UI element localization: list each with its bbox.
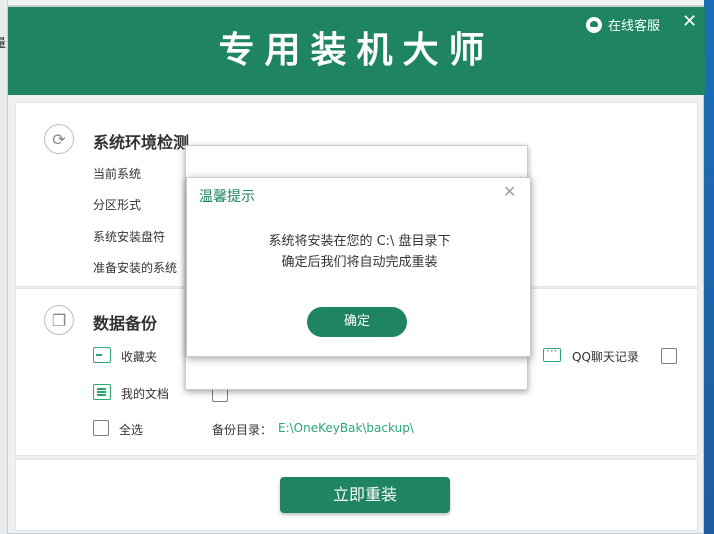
qq-chat-checkbox[interactable] bbox=[661, 348, 677, 364]
close-icon[interactable]: ✕ bbox=[682, 13, 697, 31]
dialog-title: 温馨提示 bbox=[199, 189, 255, 205]
install-drive-label: 系统安装盘符 bbox=[93, 230, 166, 244]
data-backup-title: 数据备份 bbox=[93, 314, 158, 333]
folder-icon bbox=[93, 347, 111, 363]
background-window-text: 量 bbox=[0, 36, 7, 50]
confirm-button[interactable]: 确定 bbox=[307, 307, 407, 337]
dialog-message-line2: 确定后我们将自动完成重装 bbox=[281, 255, 438, 270]
tip-dialog: 温馨提示 ✕ 系统将安装在您的 C:\ 盘目录下 确定后我们将自动完成重装 确定 bbox=[186, 177, 531, 357]
desktop-wallpaper-strip bbox=[704, 0, 714, 534]
refresh-icon: ⟳ bbox=[44, 124, 74, 154]
online-service-label: 在线客服 bbox=[608, 19, 661, 34]
service-chat-icon bbox=[586, 16, 602, 33]
header-bar: 专用装机大师 在线客服 ✕ bbox=[8, 7, 705, 95]
current-system-label: 当前系统 bbox=[93, 167, 142, 181]
system-detect-title: 系统环境检测 bbox=[93, 133, 190, 152]
chat-icon bbox=[543, 344, 561, 362]
select-all-checkbox[interactable] bbox=[93, 420, 109, 436]
my-documents-label: 我的文档 bbox=[121, 387, 170, 401]
dialog-close-icon[interactable]: ✕ bbox=[503, 184, 516, 200]
select-all-label: 全选 bbox=[119, 423, 144, 437]
favorites-label: 收藏夹 bbox=[121, 350, 158, 364]
partition-type-label: 分区形式 bbox=[93, 198, 142, 212]
copy-icon: ❐ bbox=[44, 305, 74, 335]
qq-chat-label: QQ聊天记录 bbox=[572, 350, 639, 364]
online-service-button[interactable]: 在线客服 bbox=[586, 15, 660, 34]
backup-dir-label: 备份目录： bbox=[212, 423, 273, 437]
footer-panel: 立即重装 bbox=[15, 459, 698, 531]
backup-dir-link[interactable]: E:\OneKeyBak\backup\ bbox=[278, 421, 414, 435]
document-icon bbox=[93, 384, 111, 400]
reinstall-now-button[interactable]: 立即重装 bbox=[280, 477, 450, 513]
target-system-label: 准备安装的系统 bbox=[93, 261, 178, 275]
dialog-message-line1: 系统将安装在您的 C:\ 盘目录下 bbox=[268, 234, 451, 249]
